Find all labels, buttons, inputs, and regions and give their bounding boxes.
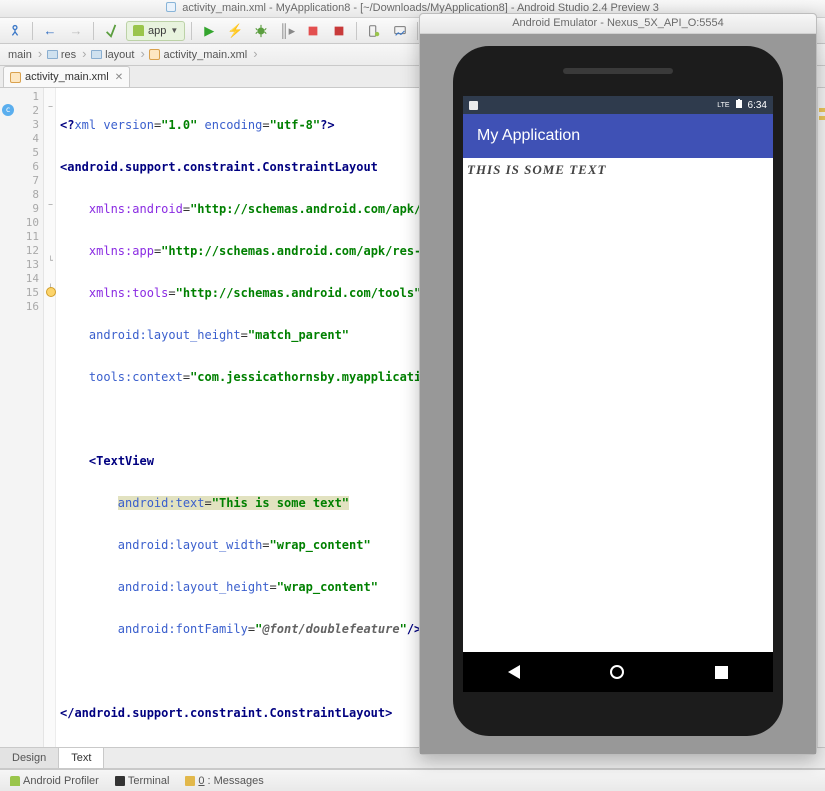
apply-changes-button[interactable]: ⚡ bbox=[224, 21, 246, 41]
structure-icon[interactable] bbox=[4, 21, 26, 41]
editor-tab-label: activity_main.xml bbox=[25, 71, 109, 83]
folder-icon bbox=[91, 50, 102, 59]
app-content-text: This is some text bbox=[463, 158, 773, 182]
android-statusbar: LTE 6:34 bbox=[463, 96, 773, 114]
chevron-down-icon: ▼ bbox=[170, 26, 178, 35]
bottom-toolbar: Android Profiler Terminal 0: Messages bbox=[0, 769, 825, 791]
profile-button[interactable]: ║▸ bbox=[276, 21, 298, 41]
app-bar: My Application bbox=[463, 114, 773, 158]
emulator-body: LTE 6:34 My Application This is some tex… bbox=[420, 34, 816, 754]
subtab-text[interactable]: Text bbox=[59, 748, 104, 768]
phone-screen[interactable]: LTE 6:34 My Application This is some tex… bbox=[463, 96, 773, 652]
class-gutter-icon[interactable]: c bbox=[2, 104, 14, 116]
app-title: My Application bbox=[477, 127, 580, 145]
android-nav-bar bbox=[463, 652, 773, 692]
signal-label: LTE bbox=[717, 102, 729, 109]
nav-forward-button[interactable]: → bbox=[65, 21, 87, 41]
clock-label: 6:34 bbox=[748, 100, 767, 111]
notification-icon bbox=[469, 101, 478, 110]
fold-minus-icon[interactable]: − bbox=[46, 103, 55, 112]
fold-minus-icon[interactable]: − bbox=[46, 201, 55, 210]
tool-android-profiler[interactable]: Android Profiler bbox=[4, 772, 105, 790]
messages-icon bbox=[185, 776, 195, 786]
tool-messages[interactable]: 0: Messages bbox=[179, 772, 269, 790]
nav-back-button[interactable]: ← bbox=[39, 21, 61, 41]
build-button[interactable] bbox=[100, 21, 122, 41]
chevron-right-icon: › bbox=[253, 46, 258, 64]
terminal-icon bbox=[115, 776, 125, 786]
phone-frame: LTE 6:34 My Application This is some tex… bbox=[453, 46, 783, 736]
run-config-selector[interactable]: app ▼ bbox=[126, 21, 185, 41]
warning-bulb-icon[interactable] bbox=[46, 287, 56, 297]
run-config-label: app bbox=[148, 25, 166, 37]
editor-tab-activity-main[interactable]: activity_main.xml ✕ bbox=[3, 66, 130, 87]
nav-recent-key[interactable] bbox=[715, 666, 728, 679]
breadcrumb-item-file[interactable]: activity_main.xml bbox=[145, 46, 253, 64]
warning-marker[interactable] bbox=[819, 116, 825, 120]
close-icon[interactable]: ✕ bbox=[115, 72, 123, 83]
warning-marker[interactable] bbox=[819, 108, 825, 112]
xml-file-icon bbox=[10, 72, 21, 83]
xml-file-icon bbox=[149, 49, 160, 60]
subtab-design[interactable]: Design bbox=[0, 748, 59, 768]
sdk-manager-button[interactable] bbox=[389, 21, 411, 41]
battery-icon bbox=[735, 99, 743, 111]
fold-end-icon: └ bbox=[46, 257, 55, 266]
breadcrumb-item-main[interactable]: main bbox=[4, 46, 38, 64]
debug-button[interactable] bbox=[250, 21, 272, 41]
nav-back-key[interactable] bbox=[508, 665, 520, 679]
emulator-titlebar: Android Emulator - Nexus_5X_API_O:5554 bbox=[420, 14, 816, 34]
nav-home-key[interactable] bbox=[610, 665, 624, 679]
breadcrumb-item-layout[interactable]: layout bbox=[87, 46, 140, 64]
phone-speaker bbox=[563, 68, 673, 74]
stop-button[interactable] bbox=[328, 21, 350, 41]
fold-column[interactable]: − − └ └ bbox=[44, 88, 56, 768]
emulator-window[interactable]: Android Emulator - Nexus_5X_API_O:5554 L… bbox=[419, 13, 817, 755]
editor-right-strip[interactable] bbox=[817, 88, 825, 769]
tool-terminal[interactable]: Terminal bbox=[109, 772, 176, 790]
breadcrumb-item-res[interactable]: res bbox=[43, 46, 82, 64]
run-button[interactable]: ▶ bbox=[198, 21, 220, 41]
line-gutter: 1c2345678910111213141516 bbox=[0, 88, 44, 768]
file-icon bbox=[166, 2, 176, 12]
avd-manager-button[interactable] bbox=[363, 21, 385, 41]
android-icon bbox=[133, 25, 144, 36]
android-icon bbox=[10, 776, 20, 786]
folder-icon bbox=[47, 50, 58, 59]
attach-debugger-button[interactable] bbox=[302, 21, 324, 41]
